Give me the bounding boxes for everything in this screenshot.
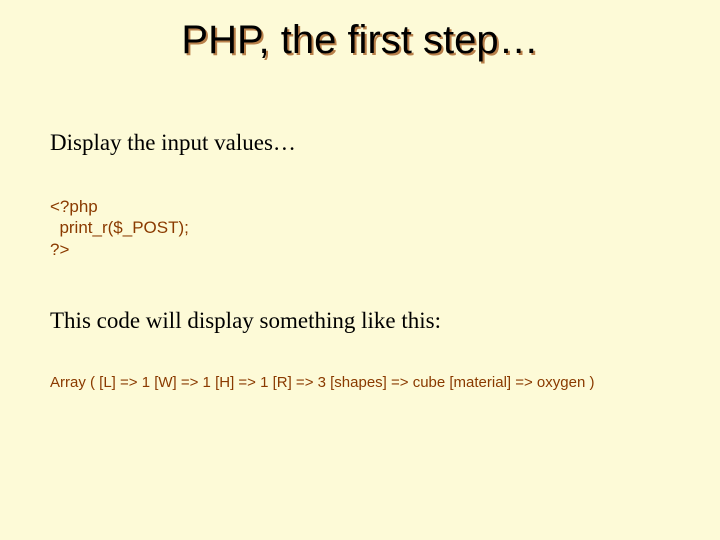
output-text: Array ( [L] => 1 [W] => 1 [H] => 1 [R] =… [50, 374, 680, 391]
title-text: PHP, the first step… [181, 18, 538, 62]
code-block: <?php print_r($_POST); ?> [50, 196, 680, 260]
slide: PHP, the first step… PHP, the first step… [0, 0, 720, 540]
intro-text: Display the input values… [50, 130, 680, 156]
slide-body: Display the input values… <?php print_r(… [50, 130, 680, 391]
explain-text: This code will display something like th… [50, 308, 680, 334]
slide-title: PHP, the first step… PHP, the first step… [0, 18, 720, 62]
